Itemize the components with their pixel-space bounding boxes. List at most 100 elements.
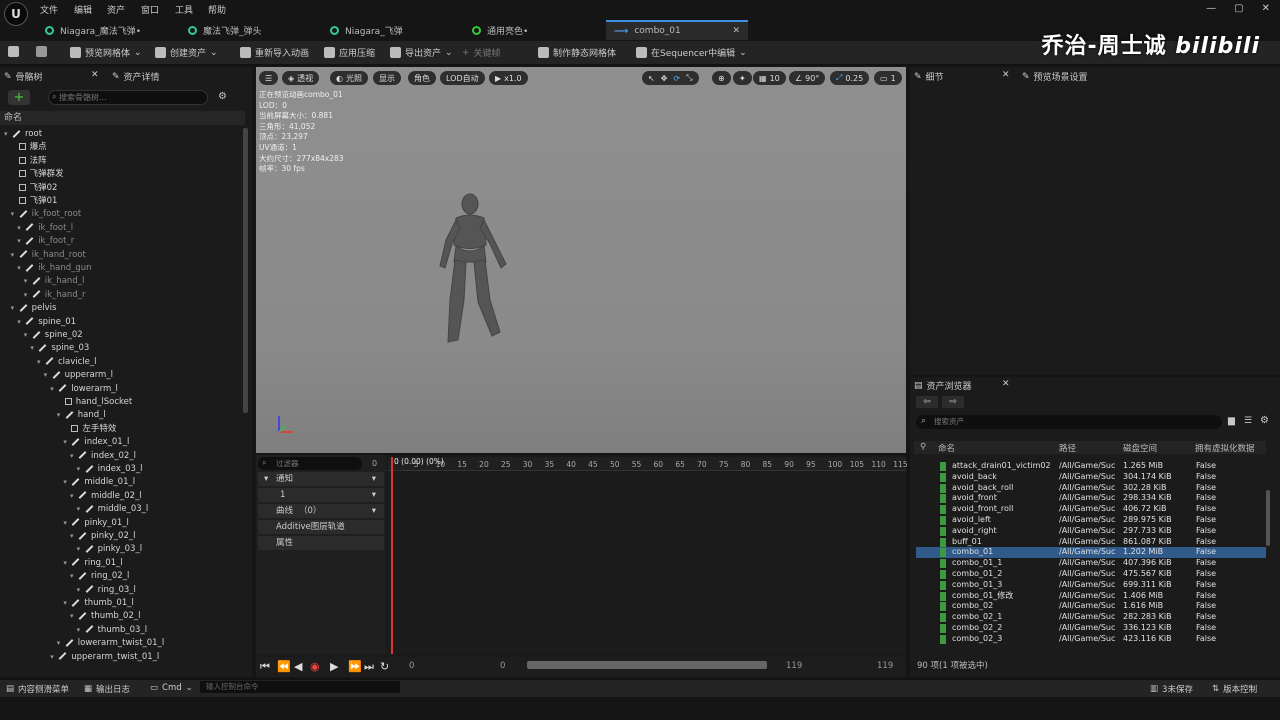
timeline-scrollbar[interactable] xyxy=(527,661,767,669)
tab-niagara-missile[interactable]: Niagara_飞弹 xyxy=(330,20,403,40)
close-icon[interactable]: ✕ xyxy=(1262,3,1270,14)
close-skeleton-tab-icon[interactable]: ✕ xyxy=(91,70,99,80)
tab-asset-details[interactable]: ✎ 资产详情 xyxy=(112,70,160,84)
make-static-mesh-button[interactable]: 制作静态网格体 xyxy=(538,46,616,59)
show-button[interactable]: 显示 xyxy=(373,71,401,85)
expand-arrow-icon[interactable]: ▾ xyxy=(50,383,58,396)
tab-generic-bright[interactable]: 通用亮色• xyxy=(472,20,528,40)
menu-file[interactable]: 文件 xyxy=(40,3,58,16)
source-control-button[interactable]: ⇅ 版本控制 xyxy=(1212,683,1257,695)
surface-snap-icon[interactable]: ✦ xyxy=(733,71,752,85)
expand-arrow-icon[interactable]: ▾ xyxy=(57,637,65,650)
tree-node[interactable]: ▾ index_02_l xyxy=(70,450,136,463)
back-arrow-icon[interactable]: ⇦ xyxy=(916,396,938,408)
step-back-icon[interactable]: ⏪ xyxy=(277,660,291,673)
console-input[interactable]: 输入控制台命令 xyxy=(200,681,400,693)
unreal-logo-icon[interactable]: U xyxy=(4,2,28,26)
expand-arrow-icon[interactable]: ▾ xyxy=(70,570,78,583)
expand-arrow-icon[interactable]: ▾ xyxy=(63,597,71,610)
tree-node[interactable]: ▾ ik_foot_l xyxy=(17,222,73,235)
track-additive-layer[interactable]: Additive图层轨道 xyxy=(258,520,384,534)
edit-in-sequencer-button[interactable]: 在Sequencer中编辑 ⌄ xyxy=(636,46,747,59)
expand-arrow-icon[interactable]: ▾ xyxy=(17,262,25,275)
tree-node[interactable]: ▾ ring_03_l xyxy=(77,584,136,597)
cmd-dropdown[interactable]: ▭ Cmd ⌄ xyxy=(150,683,193,693)
add-button[interactable]: + xyxy=(8,90,30,105)
angle-snap-button[interactable]: ∠ 90° xyxy=(789,71,826,85)
skeleton-search-input[interactable] xyxy=(48,90,208,105)
tree-node[interactable]: hand_lSocket xyxy=(57,396,132,409)
unsaved-button[interactable]: ▥ 3未保存 xyxy=(1150,683,1193,695)
asset-row[interactable]: combo_01_1/All/Game/Suc 407.396 KiB False xyxy=(916,558,1266,569)
expand-arrow-icon[interactable]: ▾ xyxy=(70,610,78,623)
asset-row[interactable]: combo_01/All/Game/Suc 1.202 MiB False xyxy=(916,547,1266,559)
track-curves[interactable]: 曲线 （0） ▾ xyxy=(258,504,384,518)
expand-arrow-icon[interactable]: ▾ xyxy=(11,208,19,221)
timeline-ruler[interactable]: 5 10 15 20 25 30 35 40 45 50 55 60 65 70 75 80 85 90 95 100… xyxy=(388,457,908,471)
tab-niagara-magic-missile[interactable]: Niagara_魔法飞弹• xyxy=(45,20,141,40)
expand-arrow-icon[interactable]: ▾ xyxy=(37,356,45,369)
tree-node[interactable]: ▾ middle_03_l xyxy=(77,503,149,516)
tree-node[interactable]: ▾ ik_foot_root xyxy=(11,208,82,221)
asset-row[interactable]: buff_01/All/Game/Suc 861.087 KiB False xyxy=(916,537,1266,548)
tree-node[interactable]: ▾ upperarm_twist_01_l xyxy=(50,651,159,664)
tree-node[interactable]: ▾ upperarm_l xyxy=(44,369,113,382)
playback-speed-button[interactable]: ▶ x1.0 xyxy=(489,71,528,85)
menu-tools[interactable]: 工具 xyxy=(175,3,193,16)
scale-icon[interactable]: ⤡ xyxy=(686,73,692,83)
expand-arrow-icon[interactable]: ▾ xyxy=(63,557,71,570)
asset-row[interactable]: combo_02_2/All/Game/Suc 336.123 KiB False xyxy=(916,623,1266,634)
filter-type-icon[interactable]: ⚲ xyxy=(920,442,926,452)
tree-node[interactable]: ▾ clavicle_l xyxy=(37,356,97,369)
tree-node[interactable]: ▾ spine_02 xyxy=(24,329,83,342)
tab-preview-scene-settings[interactable]: ✎ 预览场景设置 xyxy=(1022,70,1088,84)
scale-snap-button[interactable]: ⤢ 0.25 xyxy=(830,71,870,85)
asset-row[interactable]: avoid_front/All/Game/Suc 298.334 KiB False xyxy=(916,493,1266,504)
tree-node[interactable]: ▾ index_01_l xyxy=(63,436,129,449)
column-name[interactable]: 命名 xyxy=(938,442,955,454)
tree-node[interactable]: ▾ spine_01 xyxy=(17,316,76,329)
tab-asset-browser[interactable]: ▤ 资产浏览器 xyxy=(914,379,972,393)
tree-node[interactable]: ▾ ik_hand_root xyxy=(11,249,86,262)
tree-node[interactable]: ▾ pinky_02_l xyxy=(70,530,135,543)
minimize-icon[interactable]: — xyxy=(1206,3,1216,14)
tree-node[interactable]: ▾ spine_03 xyxy=(30,342,89,355)
settings-gear-icon[interactable]: ⚙ xyxy=(218,91,227,102)
close-browser-tab-icon[interactable]: ✕ xyxy=(1002,379,1010,389)
expand-arrow-icon[interactable]: ▾ xyxy=(63,436,71,449)
asset-row[interactable]: avoid_right/All/Game/Suc 297.733 KiB False xyxy=(916,526,1266,537)
expand-arrow-icon[interactable]: ▾ xyxy=(11,302,19,315)
tree-node[interactable]: ▾ ik_foot_r xyxy=(17,235,74,248)
track-notify-1[interactable]: 1 ▾ xyxy=(258,488,384,502)
tree-node[interactable]: 法阵 xyxy=(11,155,47,168)
filter-icon[interactable]: ☰ xyxy=(1244,416,1252,426)
save-button[interactable] xyxy=(8,46,19,57)
lit-button[interactable]: ◐ 光照 xyxy=(330,71,368,85)
camera-speed-button[interactable]: ▭ 1 xyxy=(874,71,902,85)
tree-node[interactable]: ▾ pelvis xyxy=(11,302,57,315)
expand-arrow-icon[interactable]: ▾ xyxy=(63,476,71,489)
tab-details[interactable]: ✎ 细节 xyxy=(914,70,944,84)
grid-snap-button[interactable]: ▦ 10 xyxy=(753,71,786,85)
asset-row[interactable]: avoid_front_roll/All/Game/Suc 406.72 KiB F… xyxy=(916,504,1266,515)
keyframe-button[interactable]: + 关键帧 xyxy=(462,46,501,60)
close-details-tab-icon[interactable]: ✕ xyxy=(1002,70,1010,80)
tree-node[interactable]: ▾ lowerarm_twist_01_l xyxy=(57,637,164,650)
menu-help[interactable]: 帮助 xyxy=(208,3,226,16)
asset-row[interactable]: attack_drain01_victim02/All/Game/Suc 1.26… xyxy=(916,461,1266,472)
track-notify[interactable]: 通知 ▾ ▾ xyxy=(258,472,384,486)
tree-node[interactable]: ▾ thumb_03_l xyxy=(77,624,147,637)
asset-row[interactable]: combo_01_3/All/Game/Suc 699.311 KiB False xyxy=(916,580,1266,591)
expand-arrow-icon[interactable]: ▾ xyxy=(24,275,32,288)
expand-arrow-icon[interactable]: ▾ xyxy=(17,222,25,235)
tree-node[interactable]: ▾ ik_hand_gun xyxy=(17,262,91,275)
rotate-icon[interactable]: ⟳ xyxy=(673,74,680,83)
content-drawer-button[interactable]: ▤ 内容侧滑菜单 xyxy=(6,683,69,695)
track-filter-input[interactable]: 过滤器 xyxy=(258,457,362,470)
tree-node[interactable]: ▾ lowerarm_l xyxy=(50,383,118,396)
tree-node[interactable]: ▾ hand_l xyxy=(57,409,106,422)
move-icon[interactable]: ✥ xyxy=(661,74,668,83)
track-attributes[interactable]: 属性 xyxy=(258,536,384,550)
column-disk-size[interactable]: 磁盘空间 xyxy=(1123,442,1157,454)
expand-arrow-icon[interactable]: ▾ xyxy=(63,517,71,530)
